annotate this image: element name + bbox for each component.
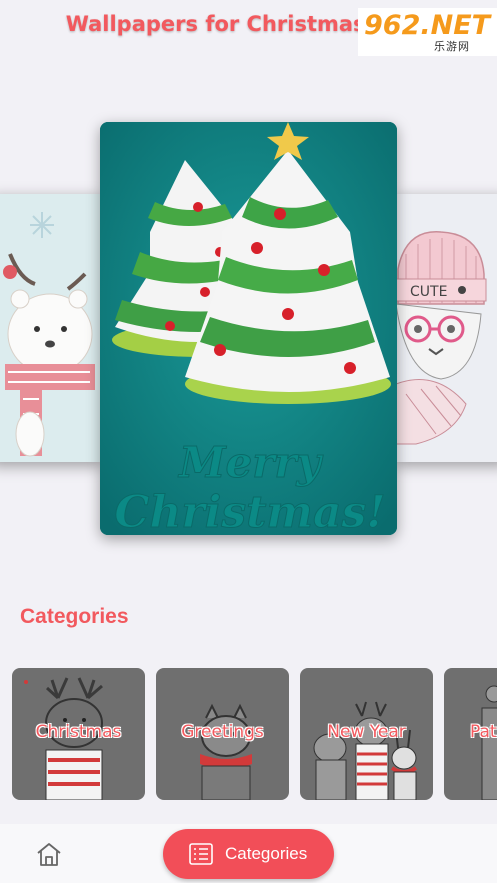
- categories-tab[interactable]: Categories: [163, 829, 334, 879]
- category-label: Greetings: [181, 722, 264, 742]
- watermark-logo: 962.NET 乐游网: [358, 8, 497, 56]
- wallpaper-card-cat[interactable]: CUTE: [396, 194, 497, 462]
- categories-heading: Categories: [20, 605, 129, 628]
- category-label: New Year: [327, 722, 406, 742]
- wallpaper-card-christmas-trees[interactable]: Merry Christmas!: [100, 122, 397, 535]
- list-icon: [189, 843, 213, 870]
- wallpaper-card-bear[interactable]: [0, 194, 102, 462]
- watermark-main: 962.NET: [364, 10, 491, 41]
- categories-row[interactable]: Christmas Greetings New Year Pat: [0, 668, 497, 802]
- polar-bear-illustration: [0, 194, 102, 462]
- category-card-new-year[interactable]: New Year: [300, 668, 433, 800]
- watermark-sub: 乐游网: [434, 41, 470, 53]
- hat-text: CUTE: [410, 284, 447, 300]
- home-icon[interactable]: [34, 841, 64, 867]
- category-label: Christmas: [35, 722, 122, 742]
- cat-illustration: CUTE: [396, 194, 497, 462]
- category-card-greetings[interactable]: Greetings: [156, 668, 289, 800]
- merry-text: Merry: [177, 438, 323, 487]
- wallpaper-carousel[interactable]: CUTE Merry Christmas!: [0, 120, 497, 540]
- categories-tab-label: Categories: [225, 844, 308, 863]
- category-card-christmas[interactable]: Christmas: [12, 668, 145, 800]
- christmas-trees-illustration: Merry Christmas!: [100, 122, 397, 535]
- christmas-text: Christmas!: [114, 487, 385, 535]
- category-label: Pat: [470, 722, 497, 742]
- bottom-tab-bar: Categories: [0, 824, 497, 883]
- category-card-pat[interactable]: Pat: [444, 668, 497, 800]
